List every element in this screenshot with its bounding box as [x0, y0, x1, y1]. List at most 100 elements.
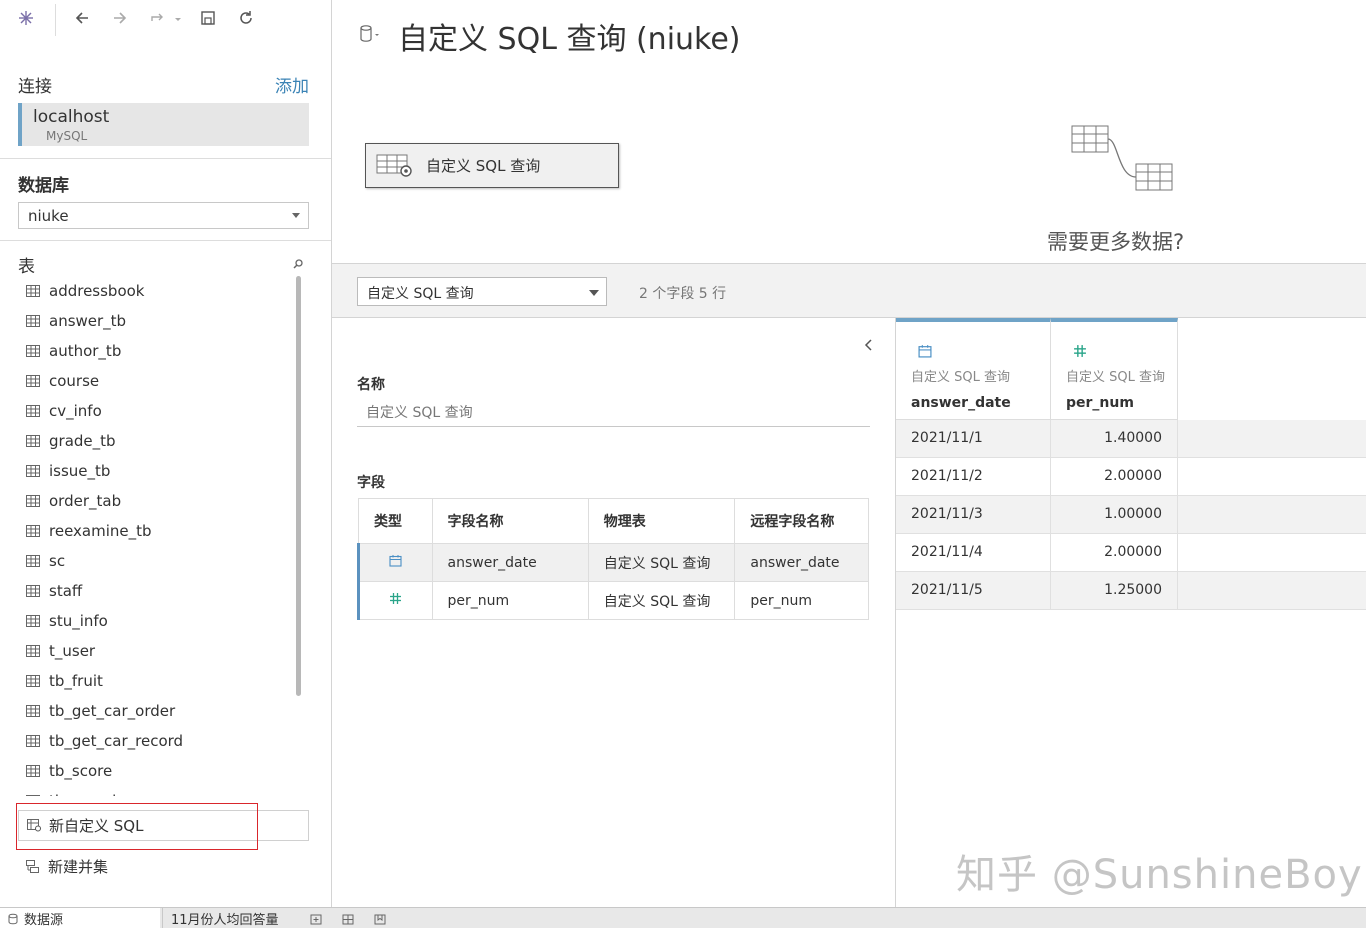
connection-type: MySQL: [46, 129, 88, 143]
canvas-node-label: 自定义 SQL 查询: [426, 157, 541, 175]
custom-sql-canvas-node[interactable]: 自定义 SQL 查询: [365, 143, 619, 188]
grid-cell-date: 2021/11/1: [896, 420, 1051, 457]
table-item[interactable]: reexamine_tb: [26, 516, 152, 546]
column-source: 自定义 SQL 查询: [1066, 370, 1165, 385]
new-union-item[interactable]: 新建并集: [26, 854, 108, 878]
table-grid-icon: [26, 315, 40, 327]
table-item[interactable]: tb_get_car_record: [26, 726, 183, 756]
table-item[interactable]: cv_info: [26, 396, 102, 426]
table-grid-icon: [26, 795, 40, 796]
collapse-panel-icon[interactable]: [862, 337, 874, 351]
table-name: tb_get_car_order: [49, 702, 176, 720]
calendar-icon[interactable]: [918, 344, 932, 358]
connection-name: localhost: [33, 107, 110, 127]
table-item[interactable]: answer_tb: [26, 306, 126, 336]
grid-cell-date: 2021/11/5: [896, 572, 1051, 609]
grid-cell-number: 1.40000: [1051, 420, 1178, 457]
calendar-icon: [389, 555, 402, 567]
watermark-text: 知乎 @SunshineBoy: [956, 852, 1363, 898]
new-story-icon[interactable]: [373, 911, 387, 925]
search-icon[interactable]: [292, 255, 304, 269]
table-grid-icon: [26, 465, 40, 477]
chevron-down-icon: [292, 213, 300, 218]
tab-sheet[interactable]: 11月份人均回答量: [162, 908, 300, 928]
table-name: stu_info: [49, 612, 108, 630]
grid-cell-number: 1.00000: [1051, 496, 1178, 533]
page-title[interactable]: 自定义 SQL 查询 (niuke): [398, 14, 741, 58]
table-item[interactable]: sc: [26, 546, 65, 576]
column-header-field-name[interactable]: 字段名称: [431, 498, 589, 544]
table-name: sc: [49, 552, 66, 570]
table-name: issue_tb: [49, 462, 111, 480]
table-row[interactable]: answer_date 自定义 SQL 查询 answer_date: [357, 543, 869, 582]
back-arrow-icon[interactable]: [70, 6, 94, 30]
need-more-data-text: 需要更多数据?: [1047, 230, 1185, 254]
table-name: author_tb: [49, 342, 122, 360]
table-name: course: [49, 372, 100, 390]
field-type-cell[interactable]: [357, 543, 433, 582]
table-name: staff: [49, 582, 83, 600]
grid-cell-date: 2021/11/4: [896, 534, 1051, 571]
remote-field-cell: per_num: [734, 581, 869, 620]
table-item[interactable]: addressbook: [26, 276, 145, 306]
connection-item-localhost[interactable]: localhost MySQL: [18, 103, 309, 146]
add-connection-link[interactable]: 添加: [275, 72, 309, 97]
table-name: tb_score: [49, 762, 113, 780]
tableau-logo-icon[interactable]: [14, 6, 38, 30]
column-header-type[interactable]: 类型: [358, 498, 433, 544]
table-grid-icon: [26, 405, 40, 417]
name-input[interactable]: 自定义 SQL 查询: [357, 398, 870, 427]
redo-dropdown-icon[interactable]: [172, 6, 184, 30]
table-item[interactable]: stu_info: [26, 606, 108, 636]
table-item[interactable]: tb_get_car_order: [26, 696, 175, 726]
fields-table: 类型 字段名称 物理表 远程字段名称 answer_date 自定义 SQL 查…: [357, 498, 869, 620]
physical-table-cell: 自定义 SQL 查询: [587, 543, 736, 582]
table-list-scrollbar[interactable]: [296, 276, 301, 696]
table-row[interactable]: 2021/11/2 2.00000: [896, 458, 1366, 496]
table-row[interactable]: 2021/11/3 1.00000: [896, 496, 1366, 534]
table-item[interactable]: author_tb: [26, 336, 121, 366]
table-item[interactable]: tb_fruit: [26, 666, 103, 696]
grid-cell-number: 2.00000: [1051, 534, 1178, 571]
refresh-icon[interactable]: [234, 6, 258, 30]
forward-arrow-icon[interactable]: [108, 6, 132, 30]
connections-heading: 连接: [18, 77, 52, 97]
table-item[interactable]: grade_tb: [26, 426, 116, 456]
field-type-cell[interactable]: [357, 581, 433, 620]
union-icon: [26, 859, 39, 873]
table-item[interactable]: t_user: [26, 636, 95, 666]
column-header-remote-field[interactable]: 远程字段名称: [734, 498, 869, 544]
table-grid-icon: [26, 765, 40, 777]
remote-field-cell: answer_date: [734, 543, 869, 582]
table-row[interactable]: 2021/11/1 1.40000: [896, 420, 1366, 458]
table-item[interactable]: course: [26, 366, 99, 396]
tab-datasource[interactable]: 数据源: [0, 908, 160, 928]
table-name: grade_tb: [49, 432, 116, 450]
redo-icon[interactable]: [146, 6, 170, 30]
table-name: reexamine_tb: [49, 522, 152, 540]
table-item[interactable]: issue_tb: [26, 456, 110, 486]
database-select[interactable]: niuke: [18, 202, 309, 229]
table-item[interactable]: tb_user_log: [26, 786, 135, 796]
number-icon[interactable]: [1073, 344, 1087, 358]
table-row[interactable]: per_num 自定义 SQL 查询 per_num: [357, 581, 869, 620]
name-label: 名称: [357, 377, 385, 393]
table-item[interactable]: order_tab: [26, 486, 121, 516]
table-grid-icon: [26, 585, 40, 597]
table-select[interactable]: 自定义 SQL 查询: [357, 277, 607, 306]
grid-column-header-per-num[interactable]: 自定义 SQL 查询 per_num: [1051, 318, 1178, 420]
database-heading: 数据库: [18, 176, 69, 196]
table-item[interactable]: tb_score: [26, 756, 112, 786]
datasource-cylinder-icon[interactable]: [359, 24, 381, 44]
save-icon[interactable]: [196, 6, 220, 30]
table-item[interactable]: staff: [26, 576, 82, 606]
table-row[interactable]: 2021/11/5 1.25000: [896, 572, 1366, 610]
column-header-physical-table[interactable]: 物理表: [587, 498, 736, 544]
grid-column-header-answer-date[interactable]: 自定义 SQL 查询 answer_date: [896, 318, 1051, 420]
table-name: tb_get_car_record: [49, 732, 184, 750]
field-row-count: 2 个字段 5 行: [639, 286, 727, 302]
new-dashboard-icon[interactable]: [341, 911, 355, 925]
data-preview-grid: 自定义 SQL 查询 answer_date 自定义 SQL 查询 per_nu…: [895, 318, 1366, 907]
table-row[interactable]: 2021/11/4 2.00000: [896, 534, 1366, 572]
new-worksheet-icon[interactable]: [309, 911, 323, 925]
